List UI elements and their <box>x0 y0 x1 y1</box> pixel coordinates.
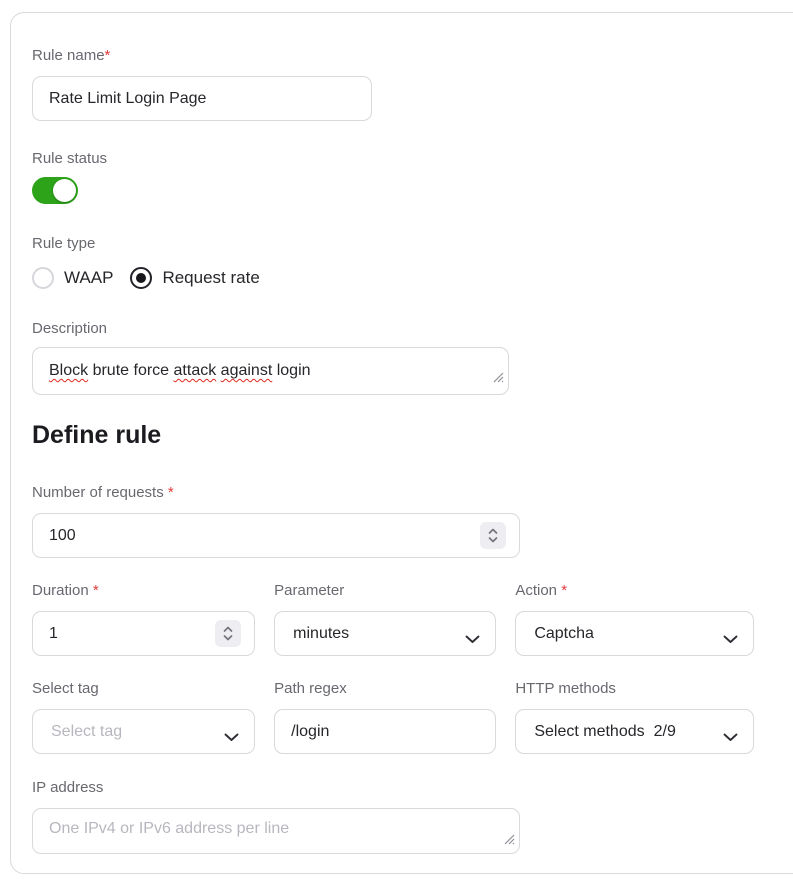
number-stepper[interactable] <box>480 522 506 549</box>
ip-address-textarea[interactable] <box>32 808 520 854</box>
ip-address-label: IP address <box>32 778 754 798</box>
radio-option-waap-label: WAAP <box>64 268 113 288</box>
http-methods-select-value: Select methods <box>534 723 644 741</box>
required-asterisk: * <box>557 582 567 599</box>
rule-name-input[interactable] <box>32 76 372 121</box>
action-label-text: Action <box>515 582 557 599</box>
duration-label-text: Duration <box>32 582 89 599</box>
parameter-label: Parameter <box>274 581 496 601</box>
required-asterisk: * <box>105 47 111 64</box>
parameter-field: Parameter minutes <box>274 581 496 656</box>
select-tag-placeholder: Select tag <box>51 723 122 741</box>
rule-type-radio-group: WAAP Request rate <box>32 266 754 290</box>
rule-type-label: Rule type <box>32 234 754 254</box>
rule-status-label: Rule status <box>32 149 754 169</box>
toggle-knob <box>53 179 76 202</box>
select-tag-label: Select tag <box>32 679 255 699</box>
chevron-down-icon <box>723 729 738 747</box>
path-regex-field: Path regex <box>274 679 496 754</box>
path-regex-input[interactable] <box>274 709 496 754</box>
http-methods-field: HTTP methods Select methods 2/9 <box>515 679 754 754</box>
http-methods-select[interactable]: Select methods 2/9 <box>515 709 754 754</box>
description-textarea-text: Block brute force attack against login <box>49 359 484 383</box>
ip-address-field <box>32 808 520 854</box>
number-of-requests-field <box>32 513 520 558</box>
rule-form-card: Rule name* Rule status Rule type WAAP Re… <box>10 12 793 874</box>
stepper-up-down-icon <box>486 526 500 545</box>
row-tag-path-methods: Select tag Select tag Path regex HTTP me… <box>32 679 754 754</box>
path-regex-label: Path regex <box>274 679 496 699</box>
radio-option-waap[interactable]: WAAP <box>32 267 113 289</box>
required-asterisk: * <box>89 582 99 599</box>
define-rule-heading: Define rule <box>32 421 754 449</box>
duration-stepper[interactable] <box>215 620 241 647</box>
radio-dot <box>136 273 146 283</box>
chevron-down-icon <box>224 729 239 747</box>
rule-name-label: Rule name* <box>32 46 754 66</box>
rule-name-label-text: Rule name <box>32 47 105 64</box>
select-tag-field: Select tag Select tag <box>32 679 255 754</box>
rule-form-content: Rule name* Rule status Rule type WAAP Re… <box>11 13 754 854</box>
parameter-select-value: minutes <box>293 625 349 643</box>
http-methods-count: 2/9 <box>654 723 676 741</box>
action-select-value: Captcha <box>534 625 594 643</box>
select-tag-select[interactable]: Select tag <box>32 709 255 754</box>
http-methods-label: HTTP methods <box>515 679 754 699</box>
duration-label: Duration * <box>32 581 255 601</box>
number-of-requests-input[interactable] <box>32 513 520 558</box>
stepper-up-down-icon <box>221 624 235 643</box>
parameter-select[interactable]: minutes <box>274 611 496 656</box>
chevron-down-icon <box>465 631 480 649</box>
row-duration-parameter-action: Duration * Parameter minutes <box>32 581 754 656</box>
resize-handle-icon[interactable] <box>493 367 504 391</box>
description-textarea[interactable]: Block brute force attack against login <box>32 347 509 395</box>
radio-option-request-rate-label: Request rate <box>162 268 259 288</box>
radio-option-request-rate[interactable]: Request rate <box>130 267 259 289</box>
number-of-requests-label-text: Number of requests <box>32 484 164 501</box>
action-label: Action * <box>515 581 754 601</box>
chevron-down-icon <box>723 631 738 649</box>
resize-handle-icon[interactable] <box>504 832 515 850</box>
required-asterisk: * <box>164 484 174 501</box>
action-select[interactable]: Captcha <box>515 611 754 656</box>
radio-unchecked-icon[interactable] <box>32 267 54 289</box>
radio-checked-icon[interactable] <box>130 267 152 289</box>
rule-status-toggle[interactable] <box>32 177 78 204</box>
number-of-requests-label: Number of requests * <box>32 483 754 503</box>
description-label: Description <box>32 319 754 339</box>
duration-field: Duration * <box>32 581 255 656</box>
action-field: Action * Captcha <box>515 581 754 656</box>
